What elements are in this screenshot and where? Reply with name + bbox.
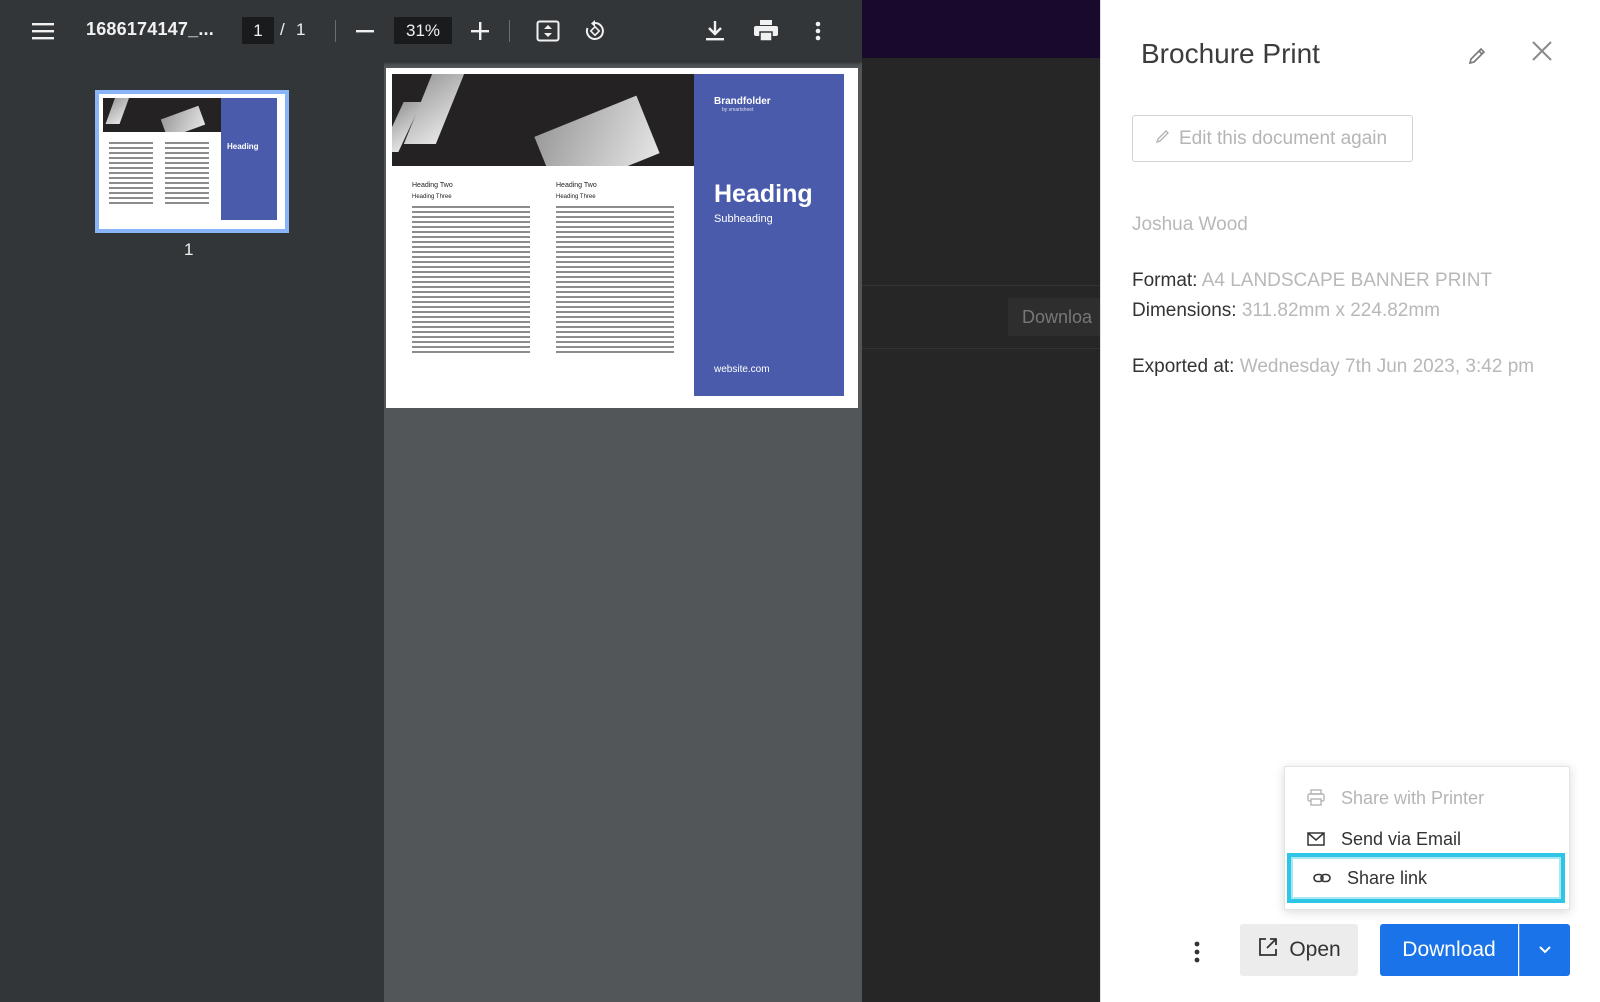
thumbnail-blue-panel: Heading — [221, 98, 277, 220]
brochure-website: website.com — [714, 364, 770, 375]
brochure-heading: Heading — [714, 180, 813, 208]
close-icon[interactable] — [1527, 36, 1557, 66]
print-icon[interactable] — [748, 13, 784, 49]
exported-value: Wednesday 7th Jun 2023, 3:42 pm — [1239, 356, 1535, 377]
menu-item-share-with-printer[interactable]: Share with Printer — [1285, 779, 1569, 817]
dimensions-value: 311.82mm x 224.82mm — [1241, 300, 1441, 321]
menu-item-label: Send via Email — [1341, 828, 1462, 849]
menu-item-label: Share with Printer — [1341, 787, 1485, 808]
download-icon[interactable] — [697, 13, 733, 49]
edit-document-again-button[interactable]: Edit this document again — [1132, 115, 1413, 162]
more-options-icon[interactable] — [1185, 932, 1209, 972]
toolbar-divider — [509, 20, 510, 42]
pdf-viewer: 1686174147_... 1 / 1 31% Heading 1 Brand… — [0, 0, 862, 1002]
fit-page-icon[interactable] — [530, 13, 566, 49]
format-label: Format: — [1132, 270, 1198, 291]
page-separator: / — [280, 20, 285, 39]
background-download-button: Downloa — [1008, 298, 1100, 336]
column1-heading-three: Heading Three — [412, 194, 452, 200]
link-icon — [1313, 873, 1335, 883]
background-header-bar — [862, 0, 1100, 58]
download-button[interactable]: Download — [1380, 924, 1518, 976]
open-button[interactable]: Open — [1240, 924, 1358, 976]
more-vert-icon[interactable] — [800, 13, 836, 49]
divider — [862, 285, 1100, 286]
thumbnail-sidebar: Heading 1 — [0, 62, 384, 1002]
pdf-page: Brandfolder by smartsheet Heading Subhea… — [386, 68, 858, 408]
exported-label: Exported at: — [1132, 356, 1235, 377]
zoom-out-icon[interactable] — [347, 13, 383, 49]
menu-icon[interactable] — [25, 13, 61, 49]
page-number-input[interactable]: 1 — [242, 17, 274, 44]
external-link-icon — [1257, 936, 1279, 964]
document-title: Brochure Print — [1141, 38, 1320, 69]
brochure-subheading: Subheading — [714, 213, 773, 225]
exported-row: Exported at: Wednesday 7th Jun 2023, 3:4… — [1132, 356, 1534, 378]
format-row: Format: A4 LANDSCAPE BANNER PRINT — [1132, 270, 1492, 292]
author-name: Joshua Wood — [1132, 214, 1248, 235]
edit-title-pencil-icon[interactable] — [1461, 40, 1493, 72]
column1-body — [412, 206, 530, 356]
mail-icon — [1307, 832, 1329, 846]
thumbnail-heading: Heading — [227, 142, 259, 151]
open-button-label: Open — [1289, 938, 1341, 961]
download-options-chevron-icon[interactable] — [1519, 924, 1570, 976]
page-total: 1 — [296, 20, 306, 39]
thumbnail-photo — [103, 98, 221, 132]
column1-heading-two: Heading Two — [412, 182, 453, 189]
format-value: A4 LANDSCAPE BANNER PRINT — [1201, 270, 1493, 291]
document-detail-panel: Brochure Print Edit this document again … — [1100, 0, 1600, 1002]
rotate-icon[interactable] — [577, 13, 613, 49]
printer-icon — [1307, 789, 1329, 807]
share-menu: Share with Printer Send via Email Share … — [1284, 766, 1570, 910]
menu-item-label: Share link — [1347, 867, 1428, 888]
column2-heading-three: Heading Three — [556, 194, 596, 200]
thumbnail-page-number: 1 — [184, 240, 194, 259]
column2-heading-two: Heading Two — [556, 182, 597, 189]
dimensions-label: Dimensions: — [1132, 300, 1237, 321]
dimmed-background — [862, 0, 1100, 1002]
brand-sub: by smartsheet — [722, 107, 754, 113]
pdf-toolbar: 1686174147_... 1 / 1 31% — [0, 0, 862, 62]
brochure-blue-panel: Brandfolder by smartsheet Heading Subhea… — [694, 74, 844, 396]
file-name: 1686174147_... — [86, 19, 214, 39]
pencil-icon — [1155, 128, 1171, 150]
edit-document-again-label: Edit this document again — [1179, 127, 1388, 149]
brochure-photo — [392, 74, 694, 166]
brand-logo: Brandfolder — [714, 96, 771, 107]
divider — [862, 348, 1100, 349]
column2-body — [556, 206, 674, 356]
zoom-input[interactable]: 31% — [394, 17, 452, 44]
toolbar-divider — [335, 20, 336, 42]
page-thumbnail[interactable]: Heading — [95, 90, 289, 233]
menu-item-share-link[interactable]: Share link — [1287, 853, 1565, 903]
zoom-in-icon[interactable] — [462, 13, 498, 49]
dimensions-row: Dimensions: 311.82mm x 224.82mm — [1132, 300, 1440, 322]
